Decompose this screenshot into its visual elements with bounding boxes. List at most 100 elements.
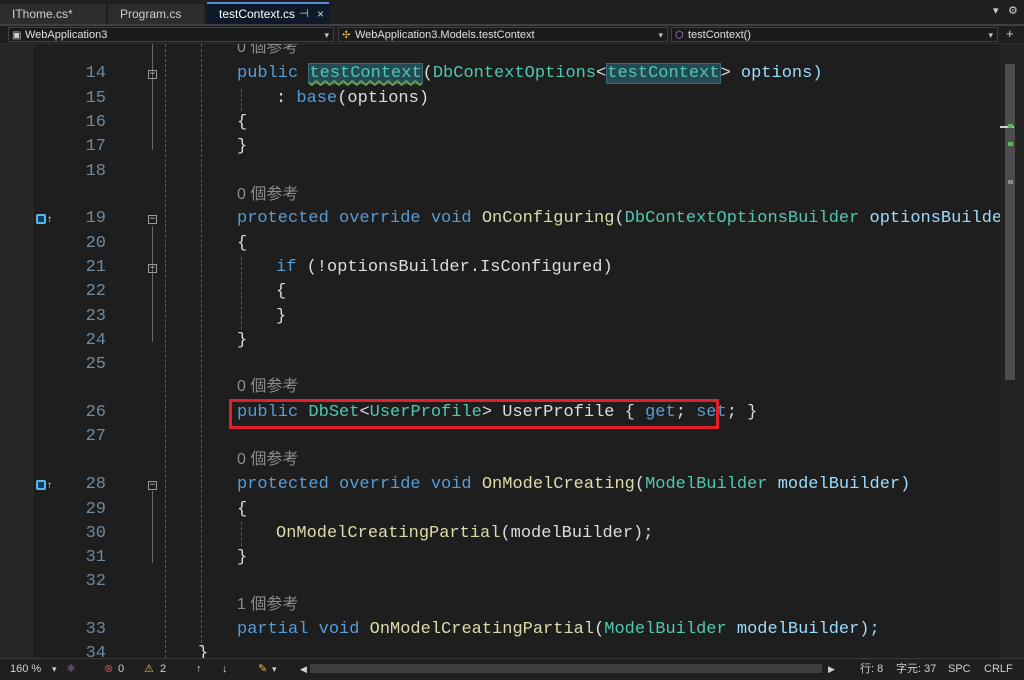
type-name: DbContextOptions (432, 64, 597, 83)
punct: ( (594, 620, 605, 639)
method-name: OnModelCreatingPartial (276, 524, 501, 543)
scroll-right-icon[interactable]: ▶ (828, 662, 835, 677)
line-number: 29 (85, 500, 106, 519)
line-number: 15 (85, 89, 106, 108)
type-name: ModelBuilder (645, 475, 768, 494)
collapse-toggle[interactable]: − (148, 264, 157, 273)
class-dropdown[interactable]: ✣ WebApplication3.Models.testContext ▾ (338, 27, 668, 42)
tab-ithome[interactable]: IThome.cs* (0, 4, 106, 24)
line-ending[interactable]: CRLF (984, 662, 1013, 677)
code-line-34: } (198, 644, 209, 658)
arrow-down-icon[interactable]: ↓ (222, 662, 228, 677)
chevron-down-icon: ▾ (658, 30, 663, 40)
line-number: 14 (85, 64, 106, 83)
code-editor[interactable]: ↑ ↑ 14 15 16 17 18 19 20 21 22 23 24 25 … (0, 44, 1024, 658)
arguments: (modelBuilder); (500, 524, 654, 543)
vertical-scrollbar[interactable] (1000, 44, 1024, 658)
collapse-toggle[interactable]: − (148, 481, 157, 490)
override-marker-icon[interactable]: ↑ (36, 479, 58, 493)
outline-line (152, 44, 153, 150)
code-line-22: { (276, 282, 287, 301)
line-number: 21 (85, 258, 106, 277)
change-marker (1008, 124, 1013, 128)
code-lens-references[interactable]: 0 個参考 (237, 377, 298, 397)
keyword: protected override void (237, 209, 482, 228)
navigation-bar: ▣ WebApplication3 ▾ ✣ WebApplication3.Mo… (0, 26, 1024, 44)
code-lens-references[interactable]: 0 個参考 (237, 450, 298, 470)
punct: ( (422, 64, 433, 83)
indent-guide (241, 522, 242, 546)
code-lens-references[interactable]: 0 個参考 (237, 185, 298, 205)
collapse-toggle[interactable]: − (148, 70, 157, 79)
scrollbar-thumb[interactable] (1005, 64, 1015, 380)
split-editor-button[interactable]: + (1006, 26, 1014, 41)
tab-testcontext[interactable]: testContext.cs ⊣ × (207, 2, 329, 24)
override-marker-icon[interactable]: ↑ (36, 213, 58, 227)
document-tab-strip: IThome.cs* Program.cs testContext.cs ⊣ ×… (0, 0, 1024, 26)
highlight-box (229, 399, 719, 429)
keyword: public (237, 64, 309, 83)
code-lens-references[interactable]: 0 個参考 (237, 44, 298, 58)
tab-label: testContext.cs (219, 7, 296, 21)
char-indicator[interactable]: 字元: 37 (896, 662, 936, 677)
tab-label: Program.cs (120, 7, 182, 21)
status-bar: 160 % ▾ ⚛ ⊗ 0 ⚠ 2 ↑ ↓ ✎ ▾ ◀ ▶ 行: 8 字元: 3… (0, 658, 1024, 680)
punct: ; } (726, 403, 758, 422)
punct: > (720, 64, 731, 83)
code-line-29: { (237, 500, 248, 519)
keyword: if (276, 258, 297, 277)
settings-icon[interactable]: ⚙ (1008, 4, 1018, 17)
line-number: 28 (85, 475, 106, 494)
line-indicator[interactable]: 行: 8 (860, 662, 883, 677)
code-line-17: } (237, 137, 248, 156)
line-number: 27 (85, 427, 106, 446)
zoom-level[interactable]: 160 % (10, 662, 41, 677)
project-label: WebApplication3 (25, 29, 108, 41)
parameter: modelBuilder); (726, 620, 880, 639)
parameter: optionsBuilder) (859, 209, 1023, 228)
punct: ( (614, 209, 625, 228)
warning-count[interactable]: 2 (160, 662, 166, 677)
line-number: 25 (85, 355, 106, 374)
scroll-marker (1008, 180, 1013, 184)
horizontal-scrollbar[interactable] (310, 664, 822, 673)
member-dropdown[interactable]: ⬡ testContext() ▾ (671, 27, 998, 42)
chevron-down-icon: ▾ (988, 30, 993, 40)
scroll-left-icon[interactable]: ◀ (300, 662, 307, 677)
collapse-toggle[interactable]: − (148, 215, 157, 224)
project-dropdown[interactable]: ▣ WebApplication3 ▾ (8, 27, 334, 42)
indent-guide (165, 44, 166, 658)
outline-line (152, 226, 153, 342)
change-marker (1008, 142, 1013, 146)
indent-guide (241, 257, 242, 329)
error-count[interactable]: 0 (118, 662, 124, 677)
line-number: 32 (85, 572, 106, 591)
punct: < (596, 64, 607, 83)
tab-label: IThome.cs* (12, 7, 73, 21)
line-number: 26 (85, 403, 106, 422)
copilot-icon[interactable]: ⚛ (66, 662, 76, 677)
code-lens-references[interactable]: 1 個参考 (237, 595, 298, 615)
method-icon: ⬡ (675, 30, 684, 41)
csharp-project-icon: ▣ (12, 30, 22, 41)
whitespace-mode[interactable]: SPC (948, 662, 971, 677)
chevron-down-icon[interactable]: ▾ (272, 662, 277, 677)
code-line-16: { (237, 113, 248, 132)
line-number: 20 (85, 234, 106, 253)
code-cleanup-icon[interactable]: ✎ (258, 662, 267, 677)
code-line-21: if (!optionsBuilder.IsConfigured) (276, 256, 613, 280)
close-icon[interactable]: × (317, 4, 324, 24)
method-name: OnModelCreating (481, 475, 635, 494)
line-number: 18 (85, 162, 106, 181)
tab-list-dropdown-icon[interactable]: ▾ (993, 4, 999, 17)
tab-program[interactable]: Program.cs (108, 4, 204, 24)
arguments: (options) (337, 89, 430, 108)
code-line-31: } (237, 548, 248, 567)
arrow-up-icon[interactable]: ↑ (196, 662, 202, 677)
pin-icon[interactable]: ⊣ (299, 4, 309, 24)
keyword: partial void (237, 620, 370, 639)
class-label: WebApplication3.Models.testContext (355, 29, 535, 41)
glyph-margin (0, 44, 34, 658)
chevron-down-icon[interactable]: ▾ (52, 662, 57, 677)
keyword: protected override void (237, 475, 482, 494)
